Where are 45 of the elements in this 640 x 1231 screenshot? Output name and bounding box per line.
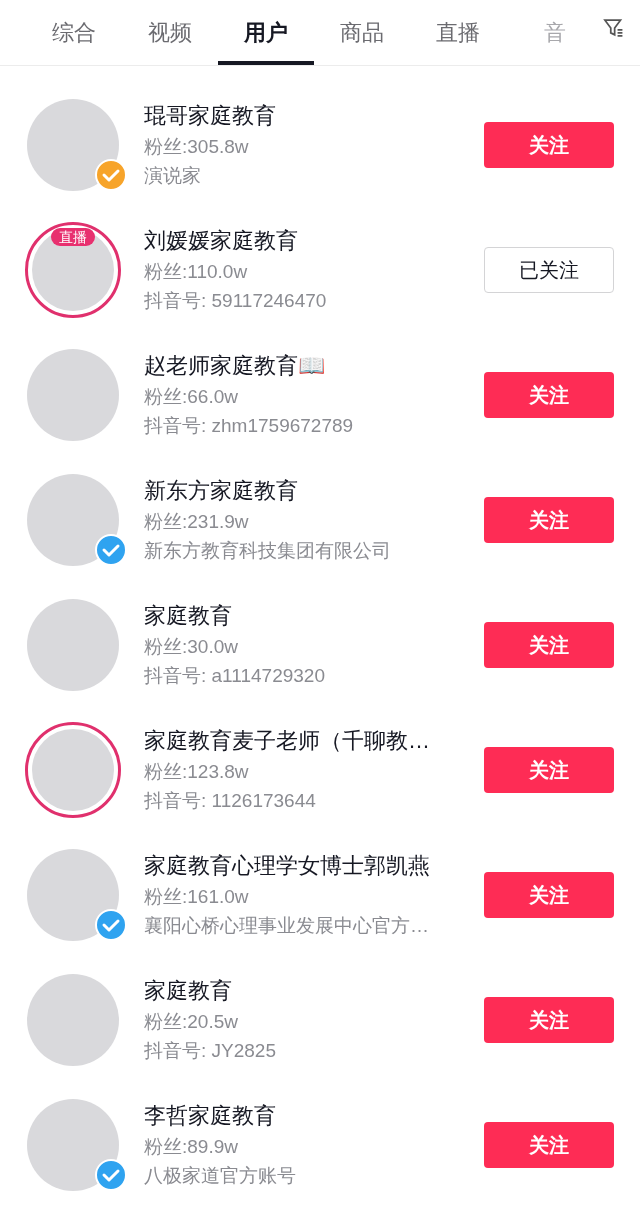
tab[interactable]: 用户 <box>218 0 315 65</box>
follow-button[interactable]: 关注 <box>484 746 614 793</box>
avatar[interactable] <box>25 721 121 818</box>
follow-button[interactable]: 已关注 <box>484 246 614 293</box>
follower-count: 粉丝:305.8w <box>144 134 250 159</box>
follow-button[interactable]: 关注 <box>484 1121 614 1168</box>
live-badge: 直播 <box>51 227 95 246</box>
follower-count: 粉丝:66.0w <box>144 384 239 409</box>
follow-button[interactable]: 关注 <box>484 871 614 918</box>
avatar[interactable] <box>25 221 121 318</box>
follower-count: 粉丝:161.0w <box>144 884 250 909</box>
user-detail: 襄阳心桥心理事业发展中心官方… <box>144 913 430 938</box>
user-detail: 抖音号: 1126173644 <box>144 788 317 813</box>
user-detail: 抖音号: JY2825 <box>144 1038 277 1063</box>
follow-button[interactable]: 关注 <box>484 621 614 668</box>
follower-count: 粉丝:123.8w <box>144 759 250 784</box>
user-name[interactable]: 家庭教育 <box>144 976 484 1005</box>
follower-count: 粉丝:231.9w <box>144 509 250 534</box>
user-name[interactable]: 李哲家庭教育 <box>144 1101 484 1130</box>
user-name[interactable]: 赵老师家庭教育📖 <box>144 351 484 380</box>
follow-button[interactable]: 关注 <box>484 121 614 168</box>
tab[interactable]: 商品 <box>314 0 411 65</box>
follower-count: 粉丝:30.0w <box>144 634 239 659</box>
user-detail: 八极家道官方账号 <box>144 1163 297 1188</box>
follower-count: 粉丝:89.9w <box>144 1134 239 1159</box>
user-name[interactable]: 琨哥家庭教育 <box>144 101 484 130</box>
user-detail: 演说家 <box>144 163 202 188</box>
user-name[interactable]: 家庭教育心理学女博士郭凯燕 <box>144 851 484 880</box>
user-detail: 抖音号: 59117246470 <box>144 288 328 313</box>
user-name[interactable]: 刘媛媛家庭教育 <box>144 226 484 255</box>
user-name[interactable]: 新东方家庭教育 <box>144 476 484 505</box>
follow-button[interactable]: 关注 <box>484 496 614 543</box>
tab[interactable]: 直播 <box>410 0 507 65</box>
user-name[interactable]: 家庭教育 <box>144 601 484 630</box>
follower-count: 粉丝:20.5w <box>144 1009 239 1034</box>
follow-button[interactable]: 关注 <box>484 996 614 1043</box>
tab[interactable]: 综合 <box>26 0 123 65</box>
follow-button[interactable]: 关注 <box>484 371 614 418</box>
user-detail: 抖音号: zhm1759672789 <box>144 413 355 438</box>
user-name[interactable]: 家庭教育麦子老师（千聊教… <box>144 726 484 755</box>
follower-count: 粉丝:110.0w <box>144 259 249 284</box>
filter-icon[interactable] <box>602 16 624 39</box>
user-detail: 新东方教育科技集团有限公司 <box>144 538 392 563</box>
user-detail: 抖音号: a1114729320 <box>144 663 326 688</box>
tab[interactable]: 视频 <box>122 0 219 65</box>
